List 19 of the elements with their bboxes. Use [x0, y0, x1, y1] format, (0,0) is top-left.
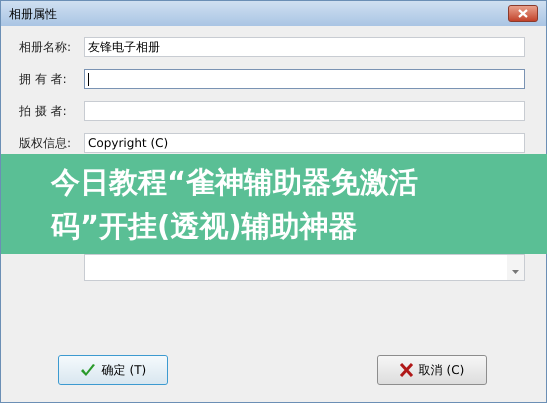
text-field[interactable]	[84, 69, 525, 89]
ok-button[interactable]: 确定 (T)	[58, 355, 168, 385]
text-field[interactable]: 友锋电子相册	[84, 37, 525, 57]
field-label: 拥 有 者:	[19, 71, 68, 88]
text-field[interactable]	[84, 101, 525, 121]
scrollbar[interactable]	[507, 255, 524, 280]
text-field[interactable]: Copyright (C)	[84, 133, 525, 153]
close-button[interactable]	[508, 5, 538, 22]
description-field[interactable]	[84, 254, 525, 281]
field-label: 拍 摄 者:	[19, 103, 68, 120]
window-title: 相册属性	[9, 6, 57, 22]
cancel-button[interactable]: 取消 (C)	[377, 355, 487, 385]
field-label: 相册名称:	[19, 39, 72, 56]
banner-headline: 今日教程“雀神辅助器免激活码”开挂(透视)辅助神器	[51, 164, 420, 245]
scroll-down-icon[interactable]	[512, 270, 519, 274]
field-label: 版权信息:	[19, 135, 72, 152]
cross-icon	[400, 363, 413, 377]
close-icon	[518, 9, 528, 18]
checkmark-icon	[80, 362, 96, 378]
